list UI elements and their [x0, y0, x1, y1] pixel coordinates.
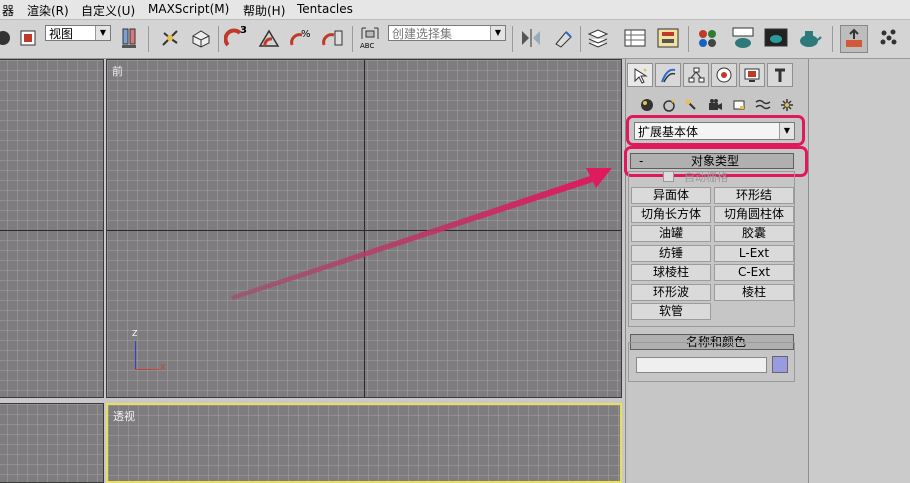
annotation-arrow — [231, 168, 612, 300]
